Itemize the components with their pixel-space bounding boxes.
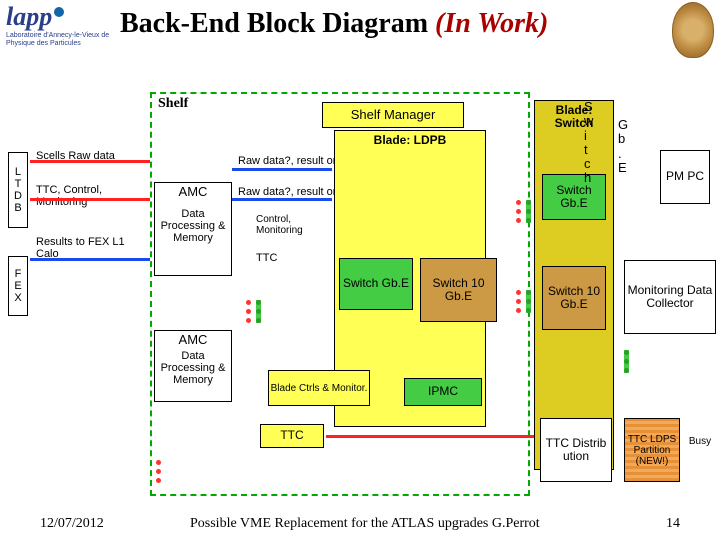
ttc-distribution: TTC Distrib ution <box>540 418 612 482</box>
arrow <box>30 198 150 201</box>
ltdb-block: L T D B <box>8 152 28 228</box>
atlas-logo <box>672 2 714 58</box>
edge-results-fex: Results to FEX L1 Calo <box>36 236 136 260</box>
ttc-box: TTC <box>260 424 324 448</box>
edge-ttc-ctrl: TTC, Control, Monitoring <box>36 184 126 208</box>
switch-10gbe-1: Switch 10 Gb.E <box>420 258 497 322</box>
arrow <box>232 168 332 171</box>
amc-title-1: AMC <box>155 183 231 198</box>
monitoring-collector: Monitoring Data Collector <box>624 260 716 334</box>
decor-dots <box>526 290 531 313</box>
decor-dots <box>516 290 521 313</box>
switch-10gbe-2: Switch 10 Gb.E <box>542 266 606 330</box>
amc-block-1: AMC Data Processing & Memory <box>154 182 232 276</box>
fex-block: F E X <box>8 256 28 316</box>
title-inwork: (In Work) <box>435 8 548 39</box>
decor-dots-green-1 <box>256 300 261 323</box>
gbe-vertical: G b . E <box>618 118 628 175</box>
switch-gbe-1: Switch Gb.E <box>339 258 413 310</box>
arrow <box>30 160 150 163</box>
lapp-subtitle: Laboratoire d'Annecy-le-Vieux de Physiqu… <box>6 32 114 48</box>
blade-ctrls: Blade Ctrls & Monitor. <box>268 370 370 406</box>
lapp-text: lapp <box>6 2 52 31</box>
amc-block-2: AMC Data Processing & Memory <box>154 330 232 402</box>
amc-title-2: AMC <box>155 331 231 346</box>
edge-ctrl-mon: Control, Monitoring <box>256 214 326 236</box>
edge-ttc-only: TTC <box>256 252 277 264</box>
switch-gbe-2: Switch Gb.E <box>542 174 606 220</box>
shelf-manager: Shelf Manager <box>322 102 464 128</box>
ipmc: IPMC <box>404 378 482 406</box>
arrow <box>326 435 534 438</box>
decor-dots <box>156 460 161 483</box>
decor-dots <box>516 200 521 223</box>
lapp-logo: lapp Laboratoire d'Annecy-le-Vieux de Ph… <box>6 2 114 48</box>
decor-dots-red-1 <box>246 300 251 323</box>
amc-sub-2: Data Processing & Memory <box>155 350 231 386</box>
footer-text: Possible VME Replacement for the ATLAS u… <box>190 516 540 532</box>
ttc-ldps: TTC LDPS Partition (NEW!) <box>624 418 680 482</box>
arrow <box>232 198 332 201</box>
blade-switch-label: Blade: Switch <box>535 104 613 130</box>
amc-sub-1: Data Processing & Memory <box>155 208 231 244</box>
pm-pc: PM PC <box>660 150 710 204</box>
switch-vertical: S w i t c h <box>584 100 593 186</box>
busy-label: Busy <box>684 430 716 452</box>
blade-ldpb-label: Blade: LDPB <box>374 134 447 147</box>
footer-date: 12/07/2012 <box>40 516 104 532</box>
title-main: Back-End Block Diagram <box>120 8 435 39</box>
arrow <box>30 258 150 261</box>
decor-dots <box>526 200 531 223</box>
footer-page-number: 14 <box>666 516 680 532</box>
slide-title: Back-End Block Diagram (In Work) <box>120 8 548 40</box>
decor-dots <box>624 350 629 373</box>
shelf-label: Shelf <box>158 96 188 112</box>
